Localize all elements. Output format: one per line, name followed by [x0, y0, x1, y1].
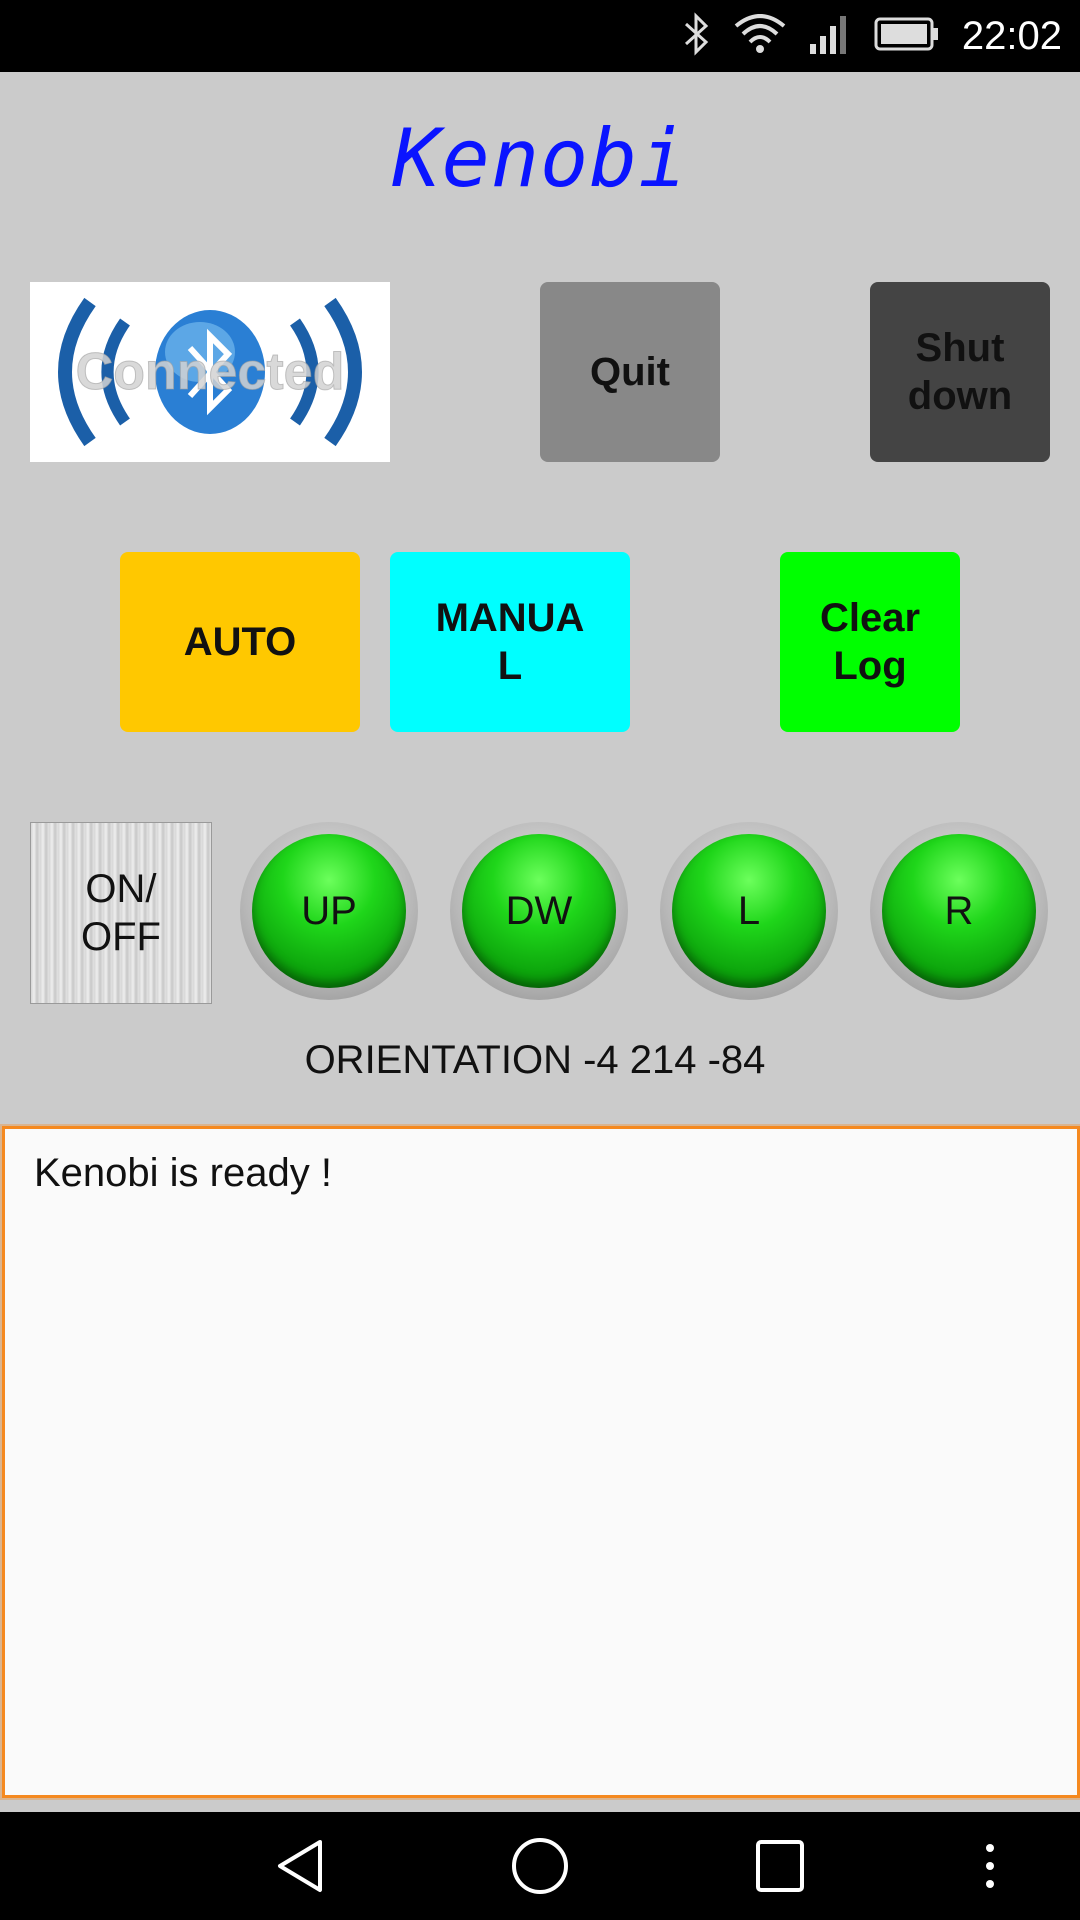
status-icons: 22:02: [682, 0, 1062, 72]
on-off-button[interactable]: ON/ OFF: [30, 822, 212, 1004]
down-button[interactable]: DW: [450, 822, 628, 1000]
manual-button[interactable]: MANUA L: [390, 552, 630, 732]
signal-icon: [808, 14, 852, 59]
app-title: Kenobi: [392, 112, 688, 205]
status-bar: 22:02: [0, 0, 1080, 72]
up-button[interactable]: UP: [240, 822, 418, 1000]
left-button-label: L: [672, 834, 826, 988]
bluetooth-icon: [682, 11, 712, 61]
right-button[interactable]: R: [870, 822, 1048, 1000]
wifi-icon: [734, 13, 786, 59]
up-button-label: UP: [252, 834, 406, 988]
shutdown-button[interactable]: Shut down: [870, 282, 1050, 462]
more-icon[interactable]: [982, 1840, 998, 1897]
navigation-bar: [0, 1812, 1080, 1920]
orientation-readout: ORIENTATION -4 214 -84: [304, 1038, 766, 1082]
battery-icon: [874, 17, 940, 56]
down-button-label: DW: [462, 834, 616, 988]
back-icon[interactable]: [272, 1836, 328, 1901]
bluetooth-status-image[interactable]: Connected: [30, 282, 390, 462]
quit-button[interactable]: Quit: [540, 282, 720, 462]
connection-status-label: Connected: [75, 343, 345, 402]
clear-log-button[interactable]: Clear Log: [780, 552, 960, 732]
log-text: Kenobi is ready !: [34, 1151, 332, 1195]
left-button[interactable]: L: [660, 822, 838, 1000]
recents-icon[interactable]: [754, 1838, 806, 1899]
home-icon[interactable]: [510, 1836, 570, 1901]
clock: 22:02: [961, 13, 1062, 58]
auto-button[interactable]: AUTO: [120, 552, 360, 732]
right-button-label: R: [882, 834, 1036, 988]
log-textarea[interactable]: Kenobi is ready !: [2, 1126, 1080, 1798]
